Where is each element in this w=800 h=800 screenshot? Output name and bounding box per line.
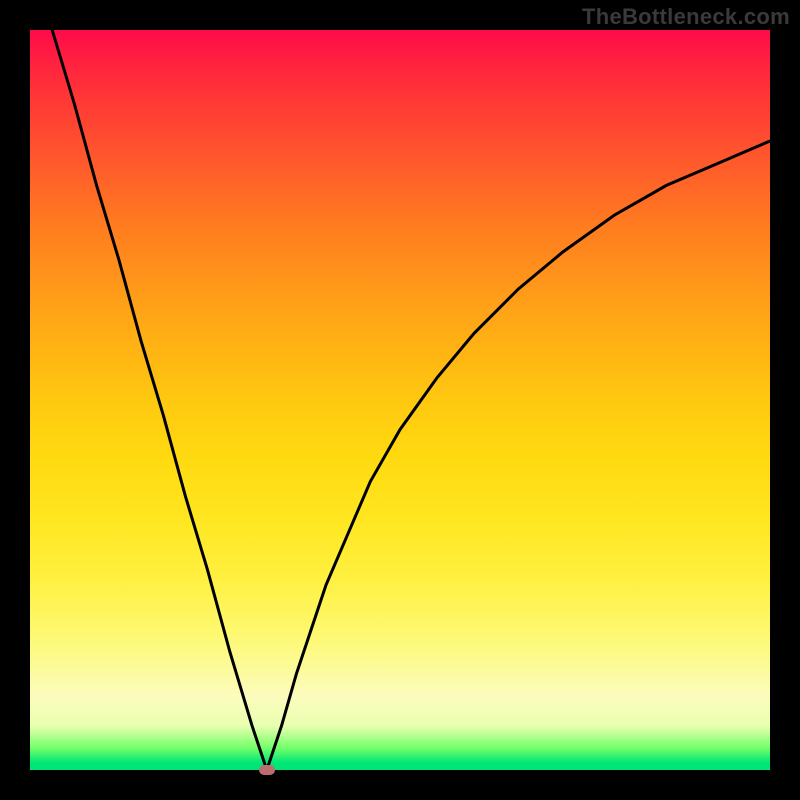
watermark-text: TheBottleneck.com (582, 4, 790, 30)
curve-right-segment (267, 141, 770, 770)
plot-area (30, 30, 770, 770)
bottleneck-marker (259, 765, 275, 775)
curve-svg (30, 30, 770, 770)
curve-left-segment (52, 30, 267, 770)
chart-container: TheBottleneck.com (0, 0, 800, 800)
